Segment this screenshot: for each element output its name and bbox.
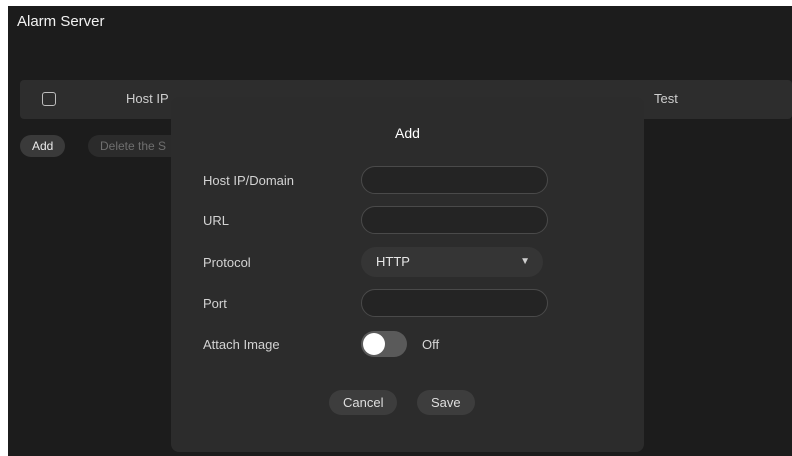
protocol-select[interactable]: HTTP ▼ bbox=[361, 247, 543, 277]
attach-image-state: Off bbox=[422, 337, 440, 352]
attach-image-label: Attach Image bbox=[203, 337, 280, 352]
protocol-selected-value: HTTP bbox=[376, 254, 410, 269]
alarm-server-page: Alarm Server Host IP Test Add Delete the… bbox=[8, 6, 792, 456]
attach-image-toggle[interactable] bbox=[361, 331, 407, 357]
toggle-knob bbox=[363, 333, 385, 355]
port-label: Port bbox=[203, 296, 227, 311]
url-input[interactable] bbox=[361, 206, 548, 234]
column-header-test[interactable]: Test bbox=[654, 91, 678, 106]
select-all-checkbox[interactable] bbox=[42, 92, 56, 106]
cancel-button[interactable]: Cancel bbox=[329, 390, 398, 415]
protocol-label: Protocol bbox=[203, 255, 251, 270]
save-button[interactable]: Save bbox=[417, 390, 475, 415]
port-input[interactable] bbox=[361, 289, 548, 317]
add-dialog: Add Host IP/Domain URL Protocol HTTP ▼ P… bbox=[171, 97, 644, 452]
host-ip-input[interactable] bbox=[361, 166, 548, 194]
dialog-title: Add bbox=[395, 125, 420, 141]
caret-down-icon: ▼ bbox=[520, 256, 530, 267]
host-ip-label: Host IP/Domain bbox=[203, 173, 295, 188]
column-header-host-ip[interactable]: Host IP bbox=[126, 91, 169, 106]
add-button[interactable]: Add bbox=[20, 135, 66, 157]
page-title: Alarm Server bbox=[17, 13, 105, 30]
url-label: URL bbox=[203, 213, 230, 228]
